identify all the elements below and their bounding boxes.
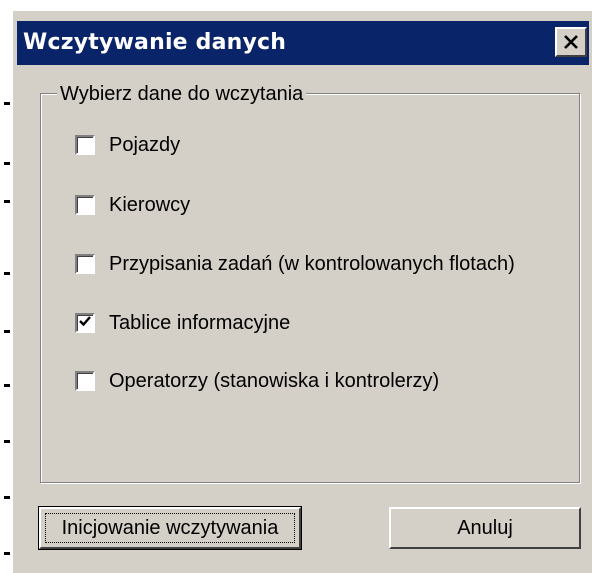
background-edge-tick bbox=[4, 200, 10, 203]
background-edge-tick bbox=[4, 384, 10, 387]
checkbox-info-boards[interactable]: Tablice informacyjne bbox=[75, 310, 290, 336]
checkbox-box[interactable] bbox=[75, 195, 95, 215]
load-data-dialog: Wczytywanie danych Wybierz dane do wczyt… bbox=[12, 10, 592, 573]
checkmark-icon bbox=[78, 314, 92, 333]
checkbox-label: Tablice informacyjne bbox=[109, 311, 291, 334]
cancel-button[interactable]: Anuluj bbox=[389, 507, 581, 549]
background-edge-tick bbox=[4, 102, 10, 105]
dialog-title: Wczytywanie danych bbox=[23, 30, 287, 55]
start-loading-label: Inicjowanie wczytywania bbox=[61, 516, 279, 539]
checkbox-task-assignments[interactable]: Przypisania zadań (w kontrolowanych flot… bbox=[75, 251, 515, 277]
checkbox-box[interactable] bbox=[75, 254, 95, 274]
checkbox-label: Pojazdy bbox=[109, 133, 181, 156]
checkbox-label: Operatorzy (stanowiska i kontrolerzy) bbox=[109, 369, 440, 392]
group-legend: Wybierz dane do wczytania bbox=[57, 83, 307, 106]
background-edge-tick bbox=[4, 496, 10, 499]
background-edge-tick bbox=[4, 440, 10, 443]
background-edge-tick bbox=[4, 162, 10, 165]
start-loading-button[interactable]: Inicjowanie wczytywania bbox=[38, 506, 302, 550]
checkbox-label: Przypisania zadań (w kontrolowanych flot… bbox=[109, 252, 515, 275]
checkbox-drivers[interactable]: Kierowcy bbox=[75, 192, 190, 218]
close-button[interactable] bbox=[555, 27, 587, 57]
background-edge-tick bbox=[4, 330, 10, 333]
checkbox-operators[interactable]: Operatorzy (stanowiska i kontrolerzy) bbox=[75, 368, 439, 394]
checkbox-box[interactable] bbox=[75, 313, 95, 333]
cancel-label: Anuluj bbox=[457, 516, 513, 539]
checkbox-box[interactable] bbox=[75, 135, 95, 155]
title-bar[interactable]: Wczytywanie danych bbox=[17, 21, 589, 65]
checkbox-vehicles[interactable]: Pojazdy bbox=[75, 132, 180, 158]
checkbox-box[interactable] bbox=[75, 371, 95, 391]
background-edge-tick bbox=[4, 272, 10, 275]
checkbox-label: Kierowcy bbox=[109, 193, 191, 216]
close-icon bbox=[563, 34, 579, 50]
background-edge-tick bbox=[4, 552, 10, 555]
